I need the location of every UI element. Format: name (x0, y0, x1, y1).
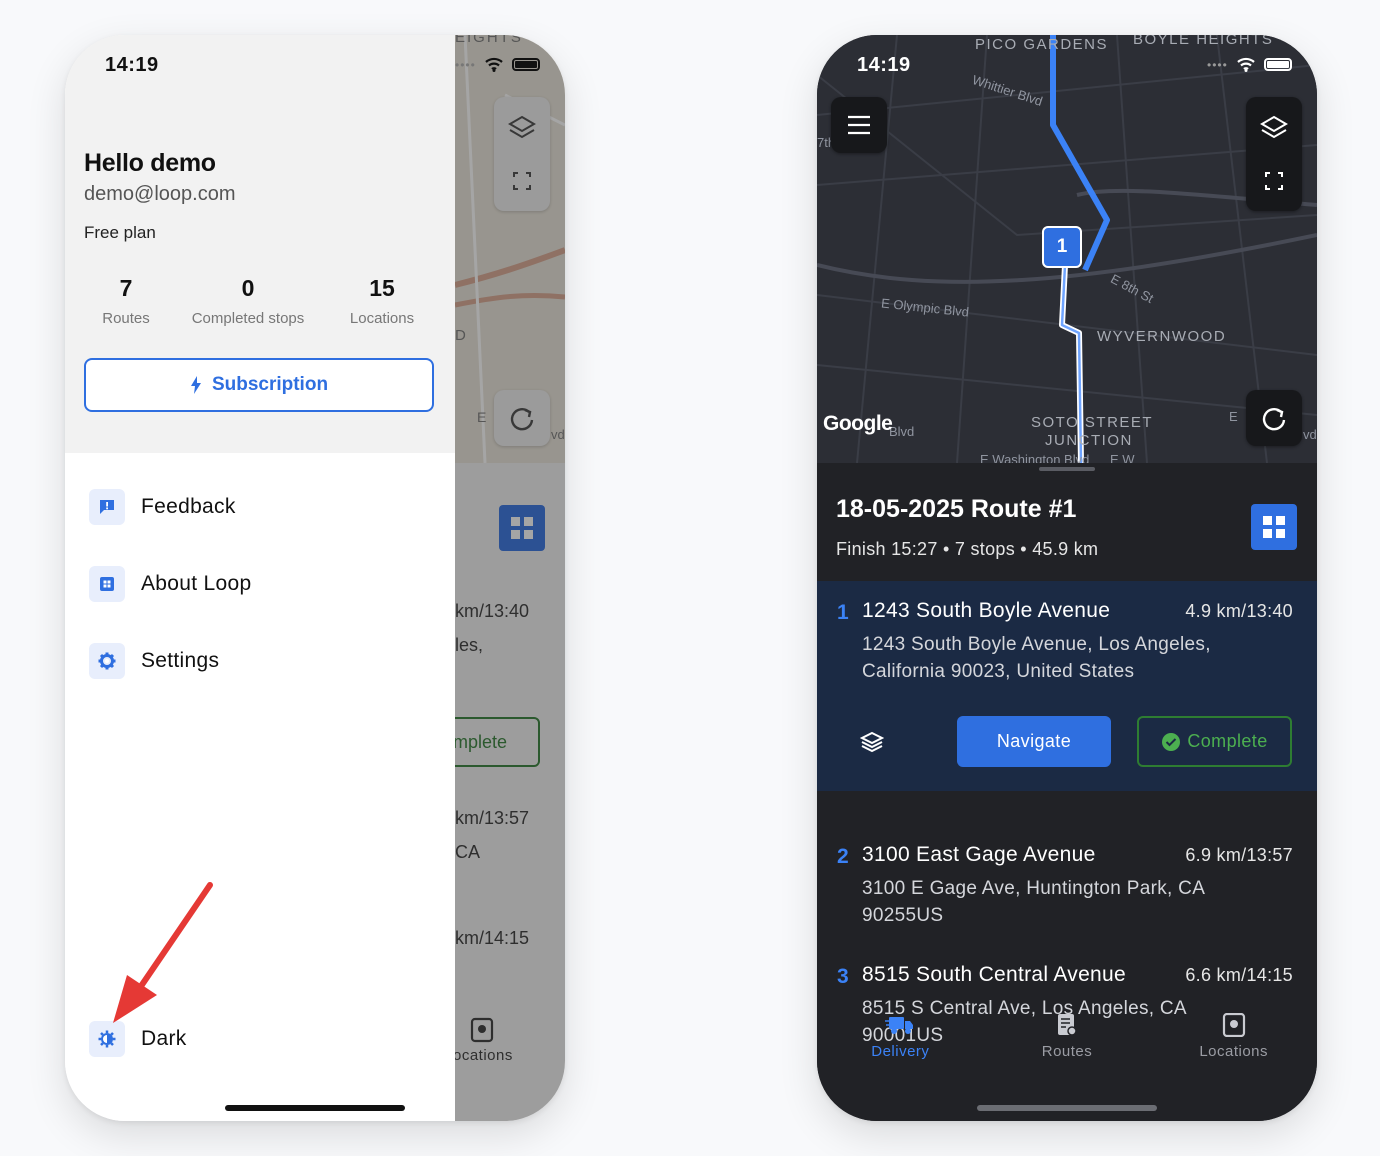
stop-number: 3 (837, 965, 849, 988)
complete-label: Complete (1187, 731, 1268, 751)
menu-label: Settings (141, 649, 220, 672)
grid-icon (1263, 516, 1285, 538)
google-logo: Google (823, 412, 893, 435)
stat-completed-stops: 0 Completed stops (178, 275, 318, 327)
stop-name: 3100 East Gage Avenue (862, 843, 1096, 866)
stat-label: Completed stops (191, 310, 305, 327)
stop-name: 1243 South Boyle Avenue (862, 599, 1111, 622)
tab-routes[interactable]: Routes (984, 1013, 1151, 1060)
battery-icon (511, 58, 540, 71)
gear-icon (89, 643, 125, 679)
stat-value: 15 (369, 275, 395, 301)
tab-label: Delivery (871, 1043, 930, 1060)
menu-button[interactable] (831, 97, 887, 153)
wifi-icon (485, 57, 503, 72)
status-icons: •••• (1207, 57, 1292, 72)
home-indicator (225, 1105, 405, 1111)
annotation-arrow (113, 882, 213, 1023)
drag-handle[interactable] (1039, 467, 1095, 471)
routes-icon (1058, 1014, 1077, 1036)
map-area-label: PICO GARDENS (975, 36, 1109, 53)
menu-label: Feedback (141, 495, 236, 518)
status-time: 14:19 (105, 54, 159, 76)
map-street-label: Blvd (889, 424, 915, 439)
map-area-label: JUNCTION (1045, 432, 1133, 449)
map-street-label: vd (1303, 427, 1317, 442)
stat-label: Locations (349, 310, 415, 327)
tab-bar: Delivery Routes Locations (817, 1013, 1317, 1060)
locations-icon (1222, 1013, 1245, 1037)
stop-distance: 6.6 km/14:15 (1185, 965, 1293, 985)
stat-routes: 7 Routes (93, 275, 159, 327)
map-street-label: E W (1110, 452, 1135, 463)
map-area-label: BOYLE HEIGHTS (1133, 35, 1274, 48)
stop-number: 1 (837, 601, 849, 624)
signal-icon: •••• (455, 57, 476, 72)
stat-label: Routes (102, 310, 150, 327)
stat-locations: 15 Locations (337, 275, 427, 327)
tab-locations[interactable]: Locations (1150, 1013, 1317, 1060)
route-meta: Finish 15:27 • 7 stops • 45.9 km (836, 539, 1099, 559)
stop-distance: 4.9 km/13:40 (1185, 601, 1293, 621)
user-name: Hello demo (84, 149, 216, 177)
bolt-icon (190, 376, 201, 394)
status-time: 14:19 (857, 54, 911, 76)
stop-address: 3100 E Gage Ave, Huntington Park, CA 902… (862, 878, 1205, 926)
map-controls[interactable] (1246, 97, 1302, 211)
tab-label: Routes (1041, 1043, 1093, 1060)
wifi-icon (1237, 57, 1255, 72)
map-area-label: SOTO STREET (1031, 414, 1154, 431)
map-street-label: E Washington Blvd (980, 452, 1090, 463)
plan-label: Free plan (84, 223, 156, 242)
battery-icon (1263, 58, 1292, 71)
check-circle-icon (1162, 732, 1181, 751)
tab-label: Locations (1199, 1043, 1269, 1060)
stop-address: 1243 South Boyle Avenue, Los Angeles, Ca… (862, 634, 1211, 682)
signal-icon: •••• (1207, 57, 1228, 72)
tab-delivery[interactable]: Delivery (817, 1013, 984, 1060)
stop-pin[interactable]: 1 (1042, 226, 1082, 268)
about-icon (89, 566, 125, 602)
menu-item-about[interactable]: About Loop (89, 566, 251, 602)
menu-item-feedback[interactable]: Feedback (89, 489, 236, 525)
refresh-button[interactable] (1246, 390, 1302, 446)
stop-number: 2 (837, 845, 849, 868)
map[interactable]: PICO GARDENS BOYLE HEIGHTS WYVERNWOOD SO… (817, 35, 1317, 463)
delivery-truck-icon (885, 1017, 914, 1034)
route-sheet: 18-05-2025 Route #1 Finish 15:27 • 7 sto… (817, 463, 1317, 1121)
user-email: demo@loop.com (84, 183, 236, 205)
refresh-icon (1262, 407, 1286, 431)
stat-value: 7 (119, 275, 133, 301)
subscription-button[interactable]: Subscription (84, 358, 434, 412)
navigate-button[interactable]: Navigate (957, 716, 1111, 767)
map-street-label: E (1229, 409, 1238, 424)
complete-button[interactable]: Complete (1137, 716, 1292, 767)
subscription-label: Subscription (211, 374, 329, 395)
feedback-icon (89, 489, 125, 525)
menu-label: About Loop (141, 572, 252, 595)
stop-distance: 6.9 km/13:57 (1185, 845, 1293, 865)
grid-button[interactable] (1251, 504, 1297, 550)
stop-name: 8515 South Central Avenue (862, 963, 1126, 986)
hamburger-icon (848, 115, 870, 135)
phone-dark-route: PICO GARDENS BOYLE HEIGHTS WYVERNWOOD SO… (817, 35, 1317, 1121)
layers-icon[interactable] (859, 731, 885, 758)
map-area-label: WYVERNWOOD (1097, 328, 1227, 345)
stat-value: 0 (241, 275, 255, 301)
route-title: 18-05-2025 Route #1 (836, 495, 1077, 523)
status-icons: •••• (455, 57, 540, 72)
scrim[interactable] (455, 35, 565, 1121)
home-indicator (977, 1105, 1157, 1111)
menu-item-settings[interactable]: Settings (89, 643, 219, 679)
phone-light-drawer: EIGHTS D E vd km/13:40 les, mplete km/13… (65, 35, 565, 1121)
